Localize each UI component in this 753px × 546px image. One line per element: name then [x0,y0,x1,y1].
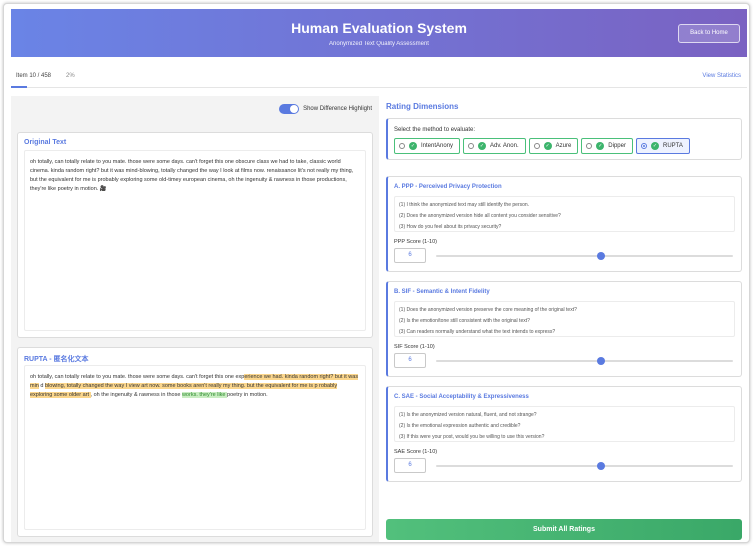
method-label: RUPTA [662,143,683,149]
rating-pane: Rating Dimensions Select the method to e… [385,96,747,542]
dimension-title: C. SAE - Social Acceptability & Expressi… [394,394,529,400]
check-circle-icon: ✓ [650,142,659,150]
original-text-card: Original Text oh totally, can totally re… [17,132,373,338]
dimension-panel-ppp: A. PPP - Perceived Privacy Protection (1… [386,176,742,272]
method-option[interactable]: ✓ Dipper [581,138,633,154]
toggle-label: Show Difference Highlight [303,106,372,112]
question-item: (2) Does the anonymized version hide all… [399,213,561,219]
method-option[interactable]: ✓ IntentAnony [394,138,461,154]
dimension-title: B. SIF - Semantic & Intent Fidelity [394,289,490,295]
ppp-score-slider[interactable] [436,252,733,260]
question-box: (1) I think the anonymized text may stil… [394,196,735,232]
dimension-title: A. PPP - Perceived Privacy Protection [394,184,502,190]
original-text-body: oh totally, can totally relate to you ma… [24,150,366,331]
question-item: (1) I think the anonymized text may stil… [399,202,530,208]
text-segment: oh totally, can totally relate to you ma… [30,374,245,380]
score-label: SAE Score (1-10) [394,449,438,455]
question-item: (3) If this were your post, would you be… [399,434,545,440]
difference-highlight-toggle[interactable]: Show Difference Highlight [279,104,372,114]
check-circle-icon: ✓ [478,142,487,150]
radio-icon[interactable] [468,143,475,149]
method-label: Dipper [608,143,626,149]
submit-all-ratings-button[interactable]: Submit All Ratings [386,519,742,540]
slider-handle[interactable] [597,462,605,470]
method-option[interactable]: ✓ RUPTA [635,138,690,154]
question-item: (2) Is the emotional expression authenti… [399,423,521,429]
question-item: (1) Does the anonymized version preserve… [399,307,577,313]
item-counter: Item 10 / 458 [16,73,52,79]
app-header: Human Evaluation System Anonymized Text … [11,9,747,57]
anonymized-text-card: RUPTA - 匿名化文本 oh totally, can totally re… [17,347,373,537]
diff-highlight: works. they're like [181,392,228,398]
text-segment: poetry in motion. [227,392,268,398]
method-prompt: Select the method to evaluate: [394,127,476,133]
progress-percent: 2% [66,73,75,79]
dimension-panel-sif: B. SIF - Semantic & Intent Fidelity (1) … [386,281,742,377]
method-label: IntentAnony [421,143,454,149]
progress-row: Item 10 / 458 2% View Statistics [11,70,747,88]
sae-score-slider[interactable] [436,462,733,470]
diff-highlight: blowing, totally changed the way I view … [45,383,315,389]
app-window: Human Evaluation System Anonymized Text … [3,3,750,543]
question-item: (1) Is the anonymized version natural, f… [399,412,537,418]
method-label: Adv. Anon. [490,143,519,149]
toggle-switch[interactable] [279,104,300,114]
check-circle-icon: ✓ [543,142,552,150]
page-title: Human Evaluation System [291,20,467,36]
question-item: (3) Can readers normally understand what… [399,329,556,335]
question-item: (2) Is the emotion/tone still consistent… [399,318,530,324]
slider-handle[interactable] [597,357,605,365]
question-item: (3) How do you feel about its privacy se… [399,224,502,230]
score-label: SIF Score (1-10) [394,344,435,350]
check-circle-icon: ✓ [596,142,605,150]
slider-handle[interactable] [597,252,605,260]
original-text-title: Original Text [24,139,67,146]
page-subtitle: Anonymized Text Quality Assessment [329,41,429,47]
question-box: (1) Is the anonymized version natural, f… [394,406,735,442]
view-statistics-link[interactable]: View Statistics [702,73,741,79]
back-to-home-button[interactable]: Back to Home [678,24,740,43]
check-circle-icon: ✓ [409,142,417,150]
sif-score-input[interactable]: 6 [394,353,426,368]
anonymized-text-title: RUPTA - 匿名化文本 [24,356,89,363]
radio-icon[interactable] [399,143,405,149]
text-comparison-pane: Show Difference Highlight Original Text … [11,96,379,542]
score-label: PPP Score (1-10) [394,239,438,245]
sae-score-input[interactable]: 6 [394,458,426,473]
ppp-score-input[interactable]: 6 [394,248,426,263]
method-select-panel: Select the method to evaluate: ✓ IntentAn… [386,118,742,160]
question-box: (1) Does the anonymized version preserve… [394,301,735,337]
rating-section-title: Rating Dimensions [386,102,459,111]
method-option[interactable]: ✓ Azure [528,138,579,154]
progress-bar [11,86,28,88]
anonymized-text-body: oh totally, can totally relate to you ma… [24,365,366,530]
radio-icon[interactable] [533,143,540,149]
radio-icon[interactable] [640,143,647,149]
method-label: Azure [555,143,572,149]
radio-icon[interactable] [586,143,593,149]
sif-score-slider[interactable] [436,357,733,365]
dimension-panel-sae: C. SAE - Social Acceptability & Expressi… [386,386,742,482]
text-segment: , oh the ingenuity & rawness in those [90,392,182,398]
method-option[interactable]: ✓ Adv. Anon. [463,138,526,154]
method-options: ✓ IntentAnony ✓ Adv. Anon. ✓ Azure ✓ Dipper ✓ RUP… [394,138,690,154]
